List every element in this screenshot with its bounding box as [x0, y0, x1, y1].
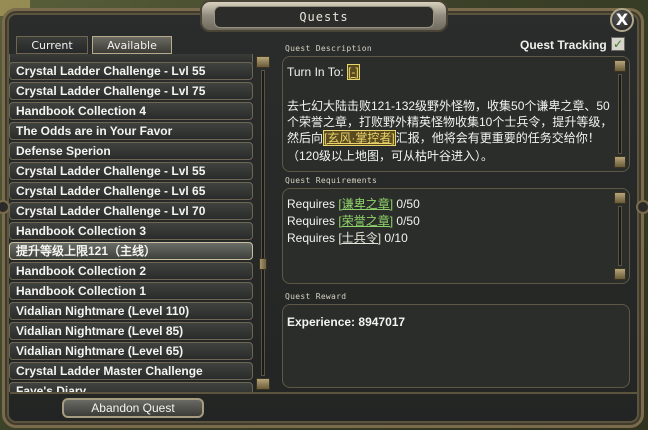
- tab-available[interactable]: Available: [92, 36, 172, 54]
- requirement-row: Requires [荣誉之章] 0/50: [287, 214, 420, 228]
- quest-list-item[interactable]: Handbook Collection 4: [9, 102, 253, 120]
- experience-row: Experience: 8947017: [287, 315, 405, 329]
- quest-list-item[interactable]: Handbook Collection 1: [9, 282, 253, 300]
- quest-list-item[interactable]: Vidalian Nightmare (Level 85): [9, 322, 253, 340]
- scroll-up-arrow-icon[interactable]: [614, 60, 626, 72]
- description-line-2: 个荣誉之章，打败野外精英怪物收集10个士兵令，提升等级，: [287, 115, 613, 129]
- requirement-item-link[interactable]: [士兵令]: [338, 231, 381, 245]
- requirement-count: 0/50: [396, 197, 420, 211]
- quest-list-item[interactable]: Faye's Diary: [9, 382, 253, 392]
- turn-in-link[interactable]: [-]: [347, 64, 360, 80]
- frame-knob-right: [636, 200, 648, 214]
- requirement-row: Requires [谦卑之章] 0/50: [287, 197, 420, 211]
- quest-list-item[interactable]: Crystal Ladder Challenge - Lvl 55: [9, 162, 253, 180]
- quest-list-item[interactable]: Crystal Ladder Challenge - Lvl 70: [9, 202, 253, 220]
- scroll-track[interactable]: [618, 206, 622, 266]
- scroll-down-arrow-icon[interactable]: [614, 268, 626, 280]
- close-button[interactable]: X: [610, 8, 634, 32]
- quest-requirements-panel: Requires [谦卑之章] 0/50 Requires [荣誉之章] 0/5…: [282, 188, 630, 284]
- scroll-track[interactable]: [261, 70, 265, 376]
- quest-description-panel: Turn In To: [-] 去七幻大陆击败121-132级野外怪物，收集50…: [282, 56, 630, 172]
- scroll-down-arrow-icon[interactable]: [256, 378, 270, 390]
- turn-in-prefix: Turn In To:: [287, 65, 344, 79]
- quest-list-item[interactable]: Crystal Ladder Challenge - Lvl 65: [9, 182, 253, 200]
- quest-list-scrollbar[interactable]: [256, 56, 270, 390]
- description-scrollbar[interactable]: [614, 60, 626, 168]
- quest-list-item[interactable]: Crystal Ladder Challenge - Lvl 55: [9, 62, 253, 80]
- description-line-1: 去七幻大陆击败121-132级野外怪物，收集50个谦卑之章、50: [287, 99, 610, 113]
- quest-list-item[interactable]: Vidalian Nightmare (Level 110): [9, 302, 253, 320]
- quest-list: Crystal Ladder Challenge - Lvl 55 Crysta…: [9, 54, 255, 392]
- abandon-quest-button[interactable]: Abandon Quest: [62, 398, 204, 418]
- quest-list-item-selected[interactable]: 提升等级上限121（主线）: [9, 242, 253, 260]
- scroll-track[interactable]: [618, 74, 622, 154]
- scroll-down-arrow-icon[interactable]: [614, 156, 626, 168]
- quest-list-item[interactable]: Defense Sperion: [9, 142, 253, 160]
- requirement-row: Requires [士兵令] 0/10: [287, 231, 408, 245]
- requirement-prefix: Requires: [287, 214, 336, 228]
- description-line-3-pre: 然后向: [287, 131, 324, 145]
- quest-list-item[interactable]: Handbook Collection 3: [9, 222, 253, 240]
- requirement-count: 0/10: [384, 231, 408, 245]
- description-line-4: （120级以上地图，可从枯叶谷进入）。: [287, 149, 494, 163]
- quest-reward-label: Quest Reward: [285, 292, 347, 301]
- quest-list-item[interactable]: Crystal Ladder Challenge - Lvl 75: [9, 82, 253, 100]
- experience-value: 8947017: [358, 315, 406, 329]
- requirement-prefix: Requires: [287, 231, 336, 245]
- quest-list-item[interactable]: Vidalian Nightmare (Level 65): [9, 342, 253, 360]
- tab-current[interactable]: Current: [16, 36, 88, 54]
- turn-in-row: Turn In To: [-]: [287, 64, 360, 80]
- requirement-item-link[interactable]: [谦卑之章]: [338, 197, 393, 211]
- scroll-up-arrow-icon[interactable]: [256, 56, 270, 68]
- experience-label: Experience:: [287, 315, 356, 329]
- scroll-up-arrow-icon[interactable]: [614, 192, 626, 204]
- quest-tracking-checkbox[interactable]: ✓: [611, 37, 625, 51]
- title-plate: Quests: [200, 0, 448, 32]
- quest-description-label: Quest Description: [285, 44, 372, 53]
- requirement-item-link[interactable]: [荣誉之章]: [338, 214, 393, 228]
- quest-list-item[interactable]: Crystal Ladder Master Challenge: [9, 362, 253, 380]
- description-line-3: 然后向[玄风·掌控者]汇报，他将会有更重要的任务交给你！: [287, 130, 600, 146]
- quest-tracking-label: Quest Tracking: [520, 38, 607, 52]
- requirement-prefix: Requires: [287, 197, 336, 211]
- window-title: Quests: [214, 6, 434, 28]
- requirements-scrollbar[interactable]: [614, 192, 626, 280]
- divider: [10, 392, 638, 394]
- npc-link[interactable]: [玄风·掌控者]: [323, 130, 396, 146]
- description-line-3-post: 汇报，他将会有更重要的任务交给你！: [395, 131, 600, 145]
- quest-list-item[interactable]: Handbook Collection 2: [9, 262, 253, 280]
- quest-requirements-label: Quest Requirements: [285, 176, 378, 185]
- requirement-count: 0/50: [396, 214, 420, 228]
- quest-reward-panel: Experience: 8947017: [282, 304, 630, 388]
- quest-list-item[interactable]: The Odds are in Your Favor: [9, 122, 253, 140]
- scroll-thumb[interactable]: [259, 258, 267, 270]
